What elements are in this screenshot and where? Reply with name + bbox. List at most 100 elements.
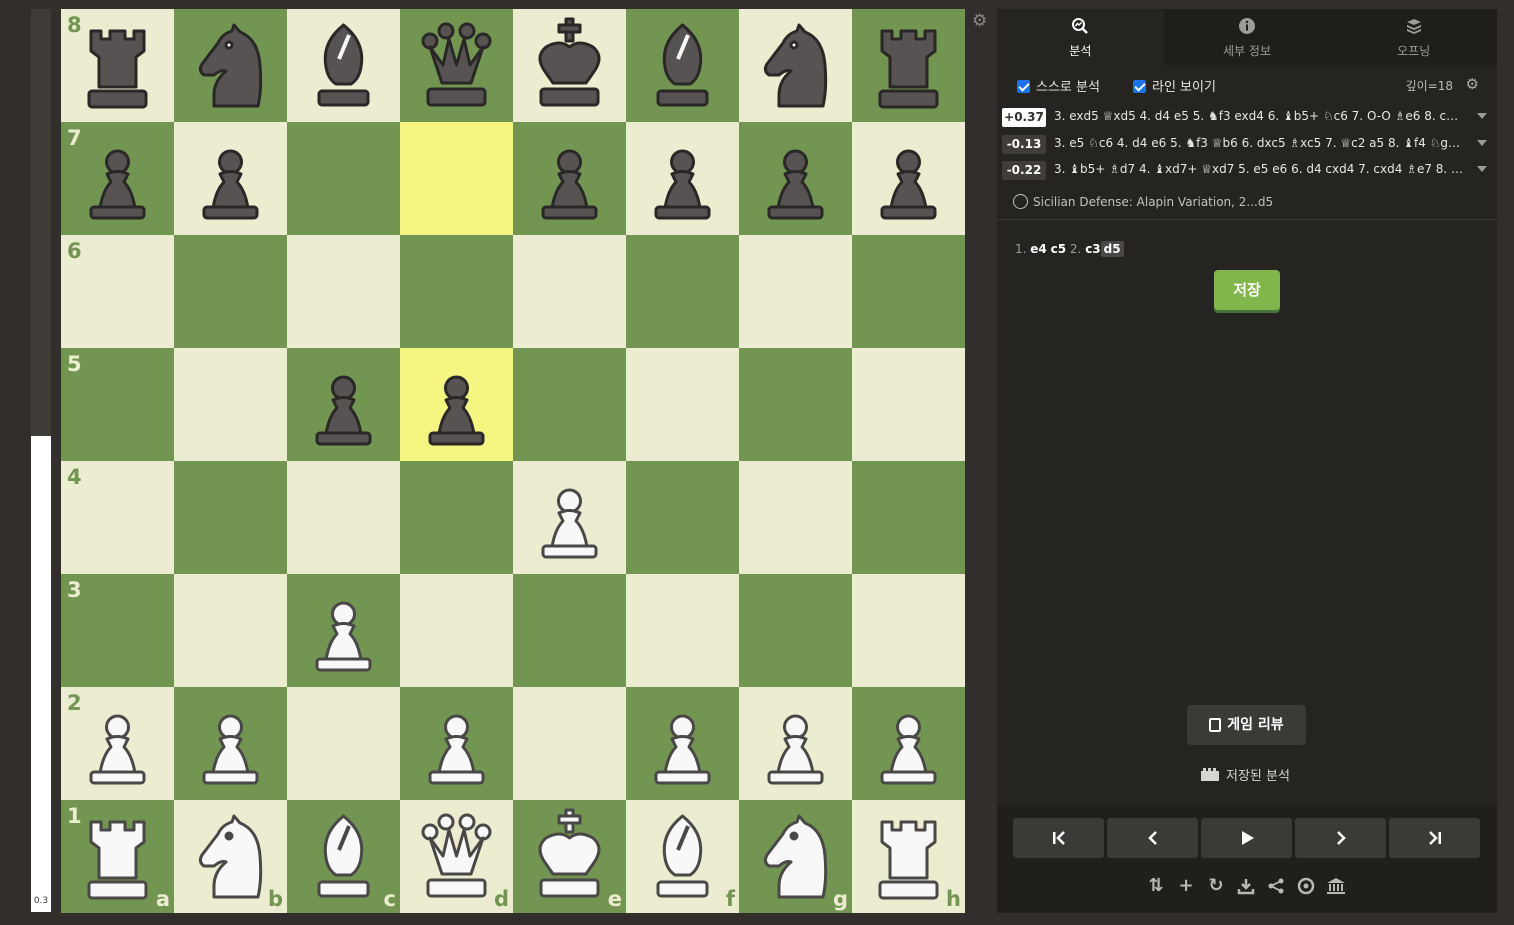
current-move[interactable]: d5 — [1100, 241, 1124, 257]
square-f1[interactable]: f — [626, 800, 739, 913]
square-h2[interactable] — [852, 687, 965, 800]
black-pawn-icon[interactable] — [287, 348, 400, 461]
square-c5[interactable] — [287, 348, 400, 461]
square-c2[interactable] — [287, 687, 400, 800]
game-review-button[interactable]: 게임 리뷰 — [1187, 705, 1306, 745]
square-a1[interactable]: 1a — [61, 800, 174, 913]
square-b6[interactable] — [174, 235, 287, 348]
black-bishop-icon[interactable] — [626, 9, 739, 122]
previous-move-button[interactable] — [1107, 818, 1198, 858]
square-h8[interactable] — [852, 9, 965, 122]
square-h3[interactable] — [852, 574, 965, 687]
square-b7[interactable] — [174, 122, 287, 235]
white-pawn-icon[interactable] — [626, 687, 739, 800]
white-rook-icon[interactable] — [852, 800, 965, 913]
target-icon[interactable] — [1295, 875, 1317, 897]
engine-settings-gear-icon[interactable]: ⚙ — [1466, 75, 1479, 93]
square-b4[interactable] — [174, 461, 287, 574]
white-pawn-icon[interactable] — [287, 574, 400, 687]
bank-icon[interactable] — [1325, 875, 1347, 897]
square-d5[interactable] — [400, 348, 513, 461]
board-settings-gear-icon[interactable]: ⚙ — [972, 12, 990, 30]
square-a2[interactable]: 2 — [61, 687, 174, 800]
first-move-button[interactable] — [1013, 818, 1104, 858]
square-d2[interactable] — [400, 687, 513, 800]
square-a8[interactable]: 8 — [61, 9, 174, 122]
square-g1[interactable]: g — [739, 800, 852, 913]
square-c1[interactable]: c — [287, 800, 400, 913]
share-icon[interactable] — [1265, 875, 1287, 897]
opening-name[interactable]: Sicilian Defense: Alapin Variation, 2...… — [1013, 194, 1273, 209]
white-bishop-icon[interactable] — [626, 800, 739, 913]
square-a4[interactable]: 4 — [61, 461, 174, 574]
square-e2[interactable] — [513, 687, 626, 800]
move[interactable]: e4 — [1030, 242, 1047, 256]
square-b1[interactable]: b — [174, 800, 287, 913]
square-b2[interactable] — [174, 687, 287, 800]
square-f3[interactable] — [626, 574, 739, 687]
square-c8[interactable] — [287, 9, 400, 122]
square-b5[interactable] — [174, 348, 287, 461]
last-move-button[interactable] — [1389, 818, 1480, 858]
download-icon[interactable] — [1235, 875, 1257, 897]
black-knight-icon[interactable] — [739, 9, 852, 122]
black-pawn-icon[interactable] — [174, 122, 287, 235]
square-f5[interactable] — [626, 348, 739, 461]
square-e3[interactable] — [513, 574, 626, 687]
square-f4[interactable] — [626, 461, 739, 574]
engine-line-3[interactable]: -0.22 3. ♝b5+ ♗d7 4. ♝xd7+ ♕xd7 5. e5 e6… — [1002, 160, 1487, 182]
engine-line-1[interactable]: +0.37 3. exd5 ♕xd5 4. d4 e5 5. ♞f3 exd4 … — [1002, 107, 1487, 129]
square-h7[interactable] — [852, 122, 965, 235]
square-c6[interactable] — [287, 235, 400, 348]
black-pawn-icon[interactable] — [626, 122, 739, 235]
white-pawn-icon[interactable] — [61, 687, 174, 800]
move[interactable]: c5 — [1051, 242, 1066, 256]
square-e5[interactable] — [513, 348, 626, 461]
square-g2[interactable] — [739, 687, 852, 800]
white-bishop-icon[interactable] — [287, 800, 400, 913]
move[interactable]: c3 — [1085, 242, 1100, 256]
black-bishop-icon[interactable] — [287, 9, 400, 122]
square-e6[interactable] — [513, 235, 626, 348]
square-b8[interactable] — [174, 9, 287, 122]
square-g8[interactable] — [739, 9, 852, 122]
square-d7[interactable] — [400, 122, 513, 235]
square-g4[interactable] — [739, 461, 852, 574]
black-pawn-icon[interactable] — [739, 122, 852, 235]
black-rook-icon[interactable] — [852, 9, 965, 122]
square-g6[interactable] — [739, 235, 852, 348]
square-c3[interactable] — [287, 574, 400, 687]
white-knight-icon[interactable] — [174, 800, 287, 913]
tab-details[interactable]: 세부 정보 — [1164, 9, 1331, 65]
tab-opening[interactable]: 오프닝 — [1330, 9, 1497, 65]
flip-board-icon[interactable]: ⇅ — [1145, 875, 1167, 897]
square-a6[interactable]: 6 — [61, 235, 174, 348]
show-lines-toggle[interactable]: 라인 보이기 — [1133, 76, 1216, 95]
black-pawn-icon[interactable] — [513, 122, 626, 235]
reset-icon[interactable]: ↻ — [1205, 875, 1227, 897]
self-analysis-checkbox[interactable] — [1017, 80, 1030, 93]
engine-line-moves[interactable]: 3. exd5 ♕xd5 4. d4 e5 5. ♞f3 exd4 6. ♝b5… — [1054, 109, 1464, 123]
square-h4[interactable] — [852, 461, 965, 574]
white-pawn-icon[interactable] — [513, 461, 626, 574]
square-d4[interactable] — [400, 461, 513, 574]
square-f2[interactable] — [626, 687, 739, 800]
square-c7[interactable] — [287, 122, 400, 235]
tab-analysis[interactable]: 분석 — [997, 9, 1164, 65]
square-g7[interactable] — [739, 122, 852, 235]
saved-analysis-link[interactable]: 저장된 분석 — [1200, 765, 1290, 784]
black-knight-icon[interactable] — [174, 9, 287, 122]
chevron-down-icon[interactable] — [1477, 140, 1487, 146]
square-e4[interactable] — [513, 461, 626, 574]
square-d8[interactable] — [400, 9, 513, 122]
square-a5[interactable]: 5 — [61, 348, 174, 461]
chevron-down-icon[interactable] — [1477, 113, 1487, 119]
chevron-down-icon[interactable] — [1477, 166, 1487, 172]
square-e1[interactable]: e — [513, 800, 626, 913]
black-rook-icon[interactable] — [61, 9, 174, 122]
square-h1[interactable]: h — [852, 800, 965, 913]
square-e8[interactable] — [513, 9, 626, 122]
self-analysis-toggle[interactable]: 스스로 분석 — [1017, 76, 1100, 95]
black-pawn-icon[interactable] — [61, 122, 174, 235]
chess-board[interactable]: 87 6 5 4 3 21abcdefgh — [61, 9, 965, 913]
